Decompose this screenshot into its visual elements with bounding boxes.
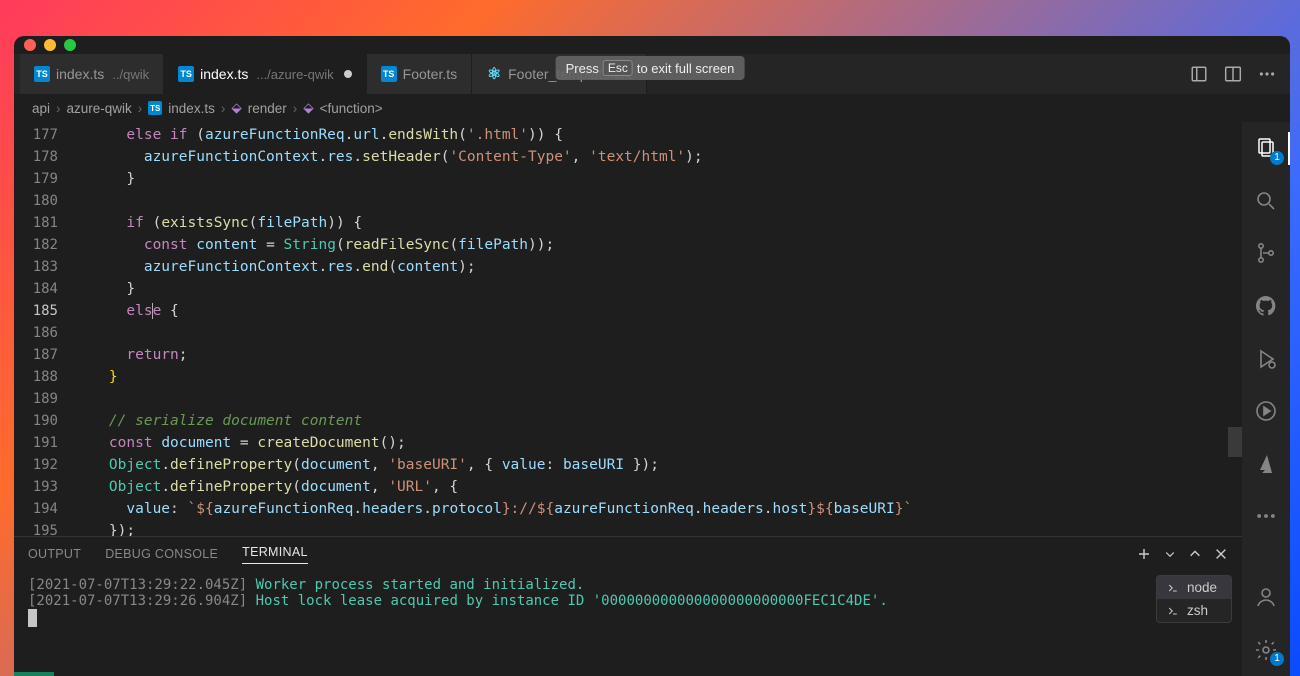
activity-bar: 1 <box>1242 122 1290 676</box>
statusbar-accent <box>14 672 54 676</box>
explorer-badge: 1 <box>1270 151 1284 165</box>
tab-title: Footer.ts <box>403 66 457 82</box>
line-gutter: 1771781791801811821831841851861871881891… <box>14 122 74 536</box>
ts-file-icon: TS <box>381 66 397 82</box>
panel-tab-output[interactable]: OUTPUT <box>28 547 81 561</box>
tab-subpath: .../azure-qwik <box>256 67 333 82</box>
code-content[interactable]: else if (azureFunctionReq.url.endsWith('… <box>74 122 1228 536</box>
terminal-dropdown-icon[interactable] <box>1164 548 1176 560</box>
vscode-window: TS index.ts ../qwik TS index.ts .../azure-qwi… <box>14 36 1290 676</box>
titlebar <box>14 36 1290 54</box>
window-minimize-button[interactable] <box>44 39 56 51</box>
activity-github-icon[interactable] <box>1252 294 1280 319</box>
ts-file-icon: TS <box>34 66 50 82</box>
dirty-indicator-icon <box>344 70 352 78</box>
bottom-panel: OUTPUT DEBUG CONSOLE TERMINAL <box>14 536 1242 676</box>
react-file-icon: ⚛ <box>486 66 502 82</box>
tab-subpath: ../qwik <box>112 67 149 82</box>
window-close-button[interactable] <box>24 39 36 51</box>
ts-file-icon: TS <box>178 66 194 82</box>
breadcrumb-item[interactable]: render <box>248 101 287 116</box>
activity-explorer-icon[interactable]: 1 <box>1252 136 1280 161</box>
terminal-output[interactable]: [2021-07-07T13:29:22.045Z] Worker proces… <box>14 571 1242 676</box>
symbol-icon: ⬙ <box>231 100 241 116</box>
esc-suffix: to exit full screen <box>637 61 735 76</box>
activity-more-icon[interactable] <box>1252 504 1280 529</box>
tab-title: index.ts <box>56 66 104 82</box>
activity-account-icon[interactable] <box>1252 585 1280 610</box>
breadcrumb-item[interactable]: azure-qwik <box>67 101 132 116</box>
settings-badge: 1 <box>1270 652 1284 666</box>
activity-search-icon[interactable] <box>1252 189 1280 214</box>
breadcrumb-item[interactable]: index.ts <box>168 101 215 116</box>
activity-play-icon[interactable] <box>1252 399 1280 424</box>
activity-settings-icon[interactable]: 1 <box>1252 637 1280 662</box>
more-actions-icon[interactable] <box>1258 65 1276 83</box>
fullscreen-esc-hint: Press Esc to exit full screen <box>556 56 745 80</box>
terminal-cursor <box>28 609 37 627</box>
panel-tab-terminal[interactable]: TERMINAL <box>242 545 308 564</box>
activity-azure-icon[interactable] <box>1252 452 1280 477</box>
activity-run-debug-icon[interactable] <box>1252 346 1280 371</box>
ts-file-icon: TS <box>148 101 162 115</box>
panel-tab-debug-console[interactable]: DEBUG CONSOLE <box>105 547 218 561</box>
split-editor-icon[interactable] <box>1224 65 1242 83</box>
editor-tab[interactable]: TS index.ts ../qwik <box>20 54 164 94</box>
breadcrumb[interactable]: api › azure-qwik › TS index.ts › ⬙ rende… <box>14 94 1290 122</box>
maximize-panel-icon[interactable] <box>1188 547 1202 561</box>
esc-key: Esc <box>603 60 633 76</box>
minimap[interactable] <box>1228 122 1242 536</box>
breadcrumb-item[interactable]: <function> <box>320 101 383 116</box>
window-maximize-button[interactable] <box>64 39 76 51</box>
minimap-thumb[interactable] <box>1228 427 1242 457</box>
esc-prefix: Press <box>566 61 599 76</box>
symbol-icon: ⬙ <box>303 100 313 116</box>
compare-changes-icon[interactable] <box>1190 65 1208 83</box>
close-panel-icon[interactable] <box>1214 547 1228 561</box>
activity-source-control-icon[interactable] <box>1252 241 1280 266</box>
editor-tab[interactable]: TS index.ts .../azure-qwik <box>164 54 367 94</box>
new-terminal-icon[interactable] <box>1136 546 1152 562</box>
editor-tab[interactable]: TS Footer.ts <box>367 54 472 94</box>
breadcrumb-item[interactable]: api <box>32 101 50 116</box>
tab-title: index.ts <box>200 66 248 82</box>
code-editor[interactable]: 1771781791801811821831841851861871881891… <box>14 122 1242 536</box>
